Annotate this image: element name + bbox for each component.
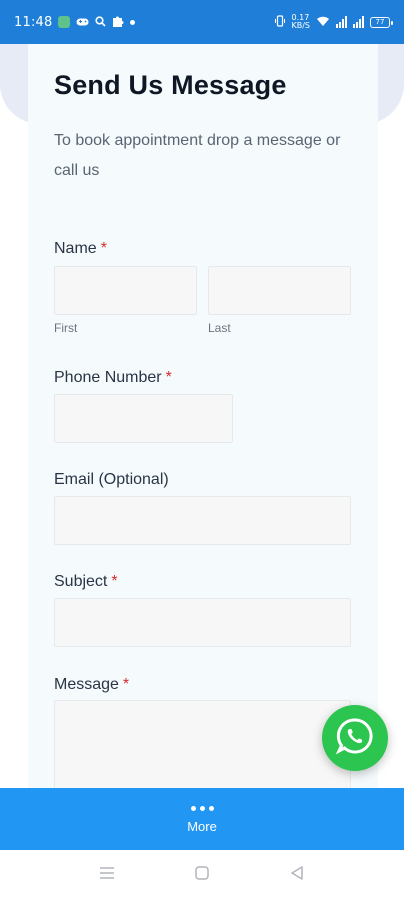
form-subtitle: To book appointment drop a message or ca… bbox=[54, 132, 341, 179]
required-mark: * bbox=[122, 676, 130, 693]
battery-level: 77 bbox=[375, 18, 385, 26]
message-textarea[interactable] bbox=[54, 700, 351, 800]
bottom-more-bar[interactable]: More bbox=[0, 788, 404, 850]
back-button[interactable] bbox=[286, 864, 308, 886]
status-right: 0.17 KB/S 77 bbox=[275, 14, 393, 30]
home-square-icon bbox=[195, 865, 209, 885]
phone-input[interactable] bbox=[54, 394, 233, 443]
last-name-input[interactable] bbox=[208, 266, 351, 315]
recents-button[interactable] bbox=[96, 864, 118, 886]
network-speed: 0.17 KB/S bbox=[291, 14, 310, 30]
more-label: More bbox=[187, 819, 217, 834]
notification-dot-icon bbox=[130, 19, 136, 25]
required-mark: * bbox=[165, 369, 172, 386]
signal-icon-2 bbox=[353, 16, 364, 28]
first-sublabel: First bbox=[54, 321, 78, 335]
whatsapp-button[interactable] bbox=[322, 705, 388, 771]
first-name-input[interactable] bbox=[54, 266, 197, 315]
subject-label: Subject * bbox=[54, 573, 118, 591]
name-label-text: Name bbox=[54, 240, 97, 257]
menu-icon bbox=[99, 866, 115, 885]
search-icon bbox=[95, 15, 107, 30]
back-triangle-icon bbox=[290, 865, 304, 885]
android-nav-bar bbox=[0, 850, 404, 900]
battery-icon: 77 bbox=[370, 16, 393, 28]
required-mark: * bbox=[111, 573, 118, 590]
phone-label-text: Phone Number bbox=[54, 369, 162, 386]
whatsapp-icon bbox=[335, 716, 375, 761]
phone-label: Phone Number * bbox=[54, 369, 172, 387]
subject-input[interactable] bbox=[54, 598, 351, 647]
message-label: Message * bbox=[54, 676, 129, 694]
status-bar: 11:48 0.17 KB/S 77 bbox=[0, 0, 404, 44]
form-title: Send Us Message bbox=[54, 70, 287, 100]
status-left: 11:48 bbox=[14, 14, 136, 30]
message-label-text: Message bbox=[54, 676, 119, 693]
network-speed-unit: KB/S bbox=[291, 21, 310, 30]
name-label: Name * bbox=[54, 240, 107, 258]
vibrate-icon bbox=[275, 15, 286, 29]
email-input[interactable] bbox=[54, 496, 351, 545]
last-sublabel: Last bbox=[208, 321, 231, 335]
app-notification-icon bbox=[58, 16, 71, 28]
gamepad-icon bbox=[76, 15, 89, 30]
home-button[interactable] bbox=[191, 864, 213, 886]
signal-icon-1 bbox=[336, 16, 347, 28]
status-time: 11:48 bbox=[14, 14, 53, 30]
required-mark: * bbox=[100, 240, 107, 257]
subject-label-text: Subject bbox=[54, 573, 108, 590]
more-dots-icon bbox=[190, 806, 214, 811]
email-label: Email (Optional) bbox=[54, 471, 169, 488]
puzzle-icon bbox=[112, 15, 124, 30]
wifi-icon bbox=[316, 16, 330, 29]
